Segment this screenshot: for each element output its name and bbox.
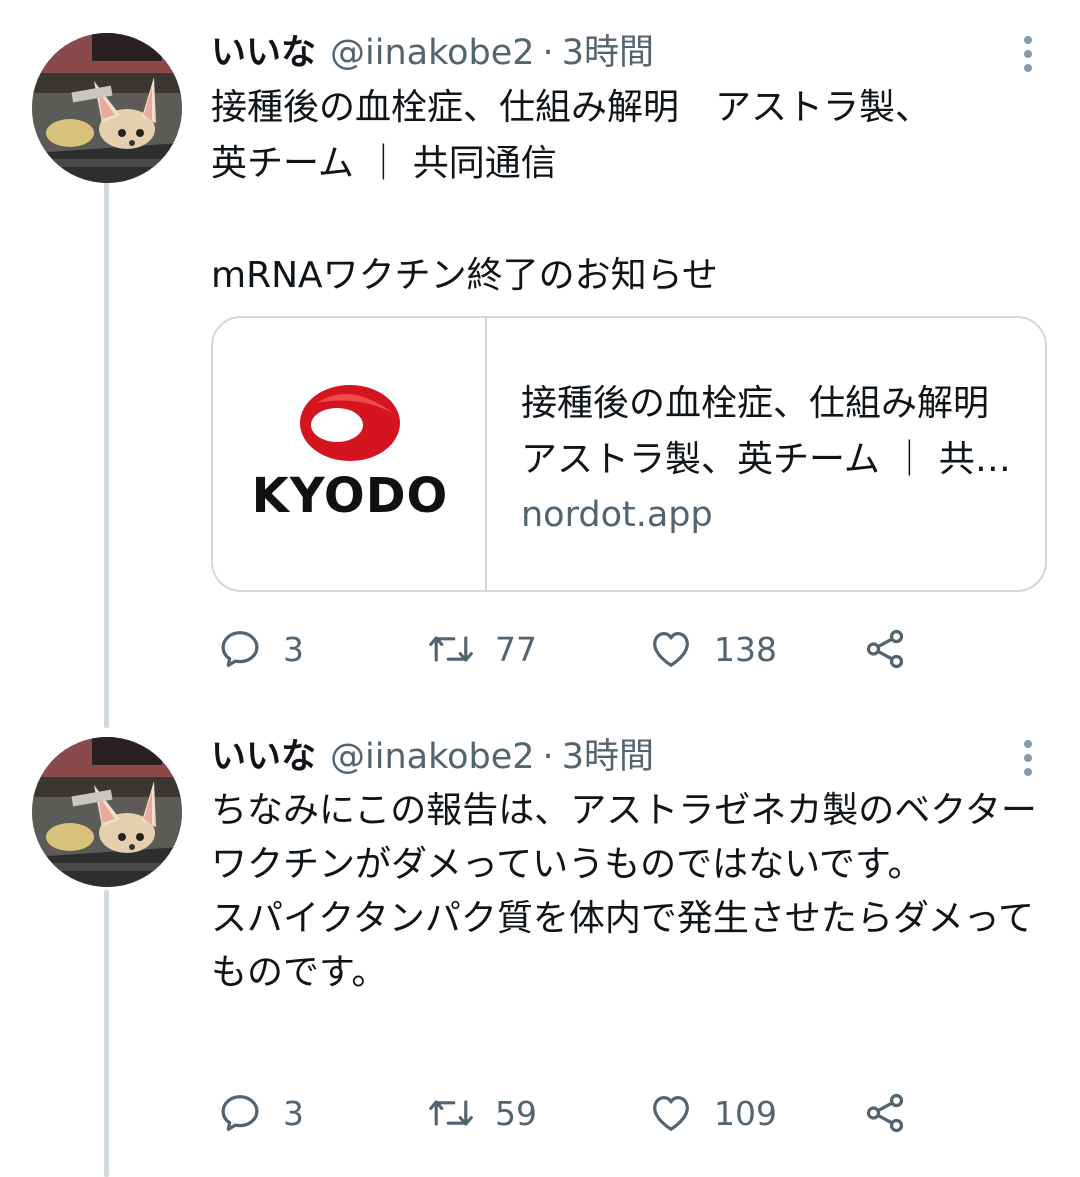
share-button[interactable] [862,624,908,674]
reply-button[interactable]: 3 [217,1088,304,1138]
retweet-icon [429,1100,473,1126]
header-separator: · [542,737,554,777]
header-separator: · [542,33,554,73]
avatar[interactable] [32,737,182,887]
reply-icon [221,1095,259,1131]
avatar[interactable] [32,33,182,183]
timeline: いいな @iinakobe2 · 3時間 接種後の血栓症、仕組み解明 アストラ製… [0,0,1080,1177]
tweet-header: いいな @iinakobe2 · 3時間 [211,732,1041,782]
kyodo-logo-mark [300,385,400,461]
card-title: 接種後の血栓症、仕組み解明 アストラ製、英チーム ｜ 共同通信 [521,383,1021,480]
like-button[interactable]: 109 [648,1088,777,1138]
tweet[interactable]: いいな @iinakobe2 · 3時間 ちなみにこの報告は、アストラゼネカ製の… [0,732,1080,1177]
tweet-header: いいな @iinakobe2 · 3時間 [211,28,1041,78]
like-count: 138 [714,629,777,669]
retweet-count: 77 [495,629,537,669]
timestamp[interactable]: 3時間 [562,732,654,782]
share-icon [866,629,904,669]
author-name[interactable]: いいな [211,732,316,782]
retweet-button[interactable]: 77 [427,624,537,674]
reply-button[interactable]: 3 [217,624,304,674]
retweet-button[interactable]: 59 [427,1088,537,1138]
tweet-actions: 3 59 109 [211,1088,931,1138]
share-button[interactable] [862,1088,908,1138]
retweet-count: 59 [495,1093,537,1133]
heart-icon [653,1096,689,1131]
tweet-actions: 3 77 138 [211,624,931,674]
retweet-icon [429,636,473,662]
heart-icon [653,632,689,667]
author-name[interactable]: いいな [211,28,316,78]
tweet-text: 接種後の血栓症、仕組み解明 アストラ製、 英チーム ｜ 共同通信 mRNAワクチ… [211,87,932,296]
more-vertical-icon[interactable] [1013,34,1043,74]
more-vertical-icon[interactable] [1013,738,1043,778]
card-domain: nordot.app [521,495,713,535]
like-button[interactable]: 138 [648,624,777,674]
reply-icon [221,631,259,667]
tweet-content: いいな @iinakobe2 · 3時間 接種後の血栓症、仕組み解明 アストラ製… [211,28,1047,669]
card-thumbnail: KYODO [213,318,487,590]
card-text: 接種後の血栓症、仕組み解明 アストラ製、英チーム ｜ 共同通信 nordot.a… [521,376,1021,540]
link-card[interactable]: KYODO 接種後の血栓症、仕組み解明 アストラ製、英チーム ｜ 共同通信 no… [211,316,1047,592]
fennec-fox-avatar-image [32,737,182,887]
kyodo-logo-text: KYODO [251,468,449,524]
timestamp[interactable]: 3時間 [562,28,654,78]
like-count: 109 [714,1093,777,1133]
reply-count: 3 [283,1093,304,1133]
share-icon [866,1093,904,1133]
author-handle[interactable]: @iinakobe2 [330,732,535,782]
fennec-fox-avatar-image [32,33,182,183]
tweet-content: いいな @iinakobe2 · 3時間 ちなみにこの報告は、アストラゼネカ製の… [211,732,1043,1133]
reply-count: 3 [283,629,304,669]
author-handle[interactable]: @iinakobe2 [330,28,535,78]
tweet[interactable]: いいな @iinakobe2 · 3時間 接種後の血栓症、仕組み解明 アストラ製… [0,28,1080,728]
tweet-text: ちなみにこの報告は、アストラゼネカ製のベクターワクチンがダメっていうものではない… [211,790,1037,993]
